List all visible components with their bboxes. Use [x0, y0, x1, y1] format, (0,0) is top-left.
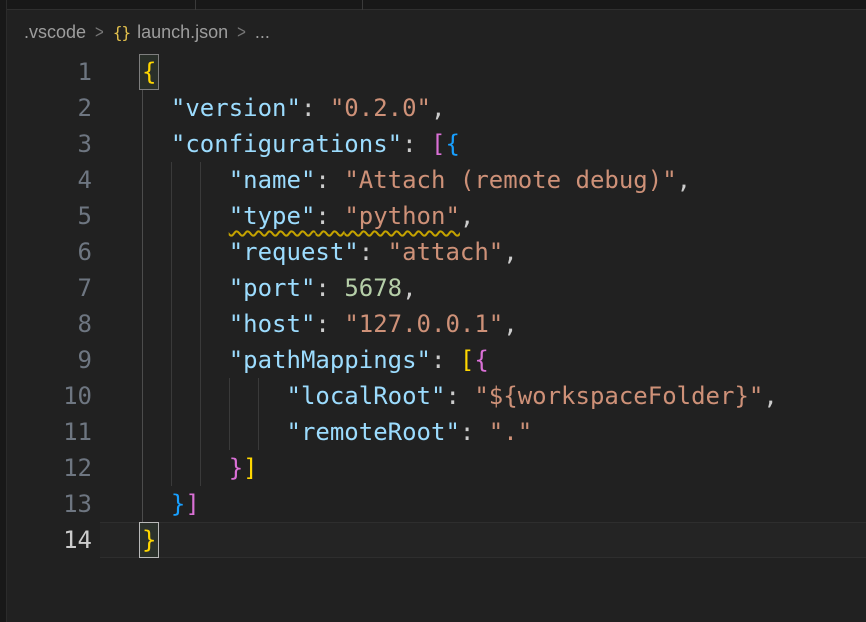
- indent: [142, 166, 229, 194]
- json-key: "configurations": [171, 130, 402, 158]
- punctuation: :: [315, 274, 344, 302]
- punctuation: ,: [431, 94, 445, 122]
- brace-close: }: [229, 454, 243, 482]
- warning-underline: "type": "python": [229, 202, 460, 230]
- bracket-open-root: {: [140, 55, 158, 89]
- line-number[interactable]: 3: [8, 126, 92, 162]
- line-number[interactable]: 2: [8, 90, 92, 126]
- json-string: ".": [489, 418, 532, 446]
- json-key: "port": [229, 274, 316, 302]
- json-key: "remoteRoot": [287, 418, 460, 446]
- json-string: "127.0.0.1": [344, 310, 503, 338]
- json-key: "version": [171, 94, 301, 122]
- brace-close: }: [171, 490, 185, 518]
- punctuation: :: [460, 418, 489, 446]
- line-number[interactable]: 5: [8, 198, 92, 234]
- punctuation: :: [301, 94, 330, 122]
- indent: [142, 382, 287, 410]
- code-line[interactable]: 4 "name": "Attach (remote debug)",: [8, 162, 866, 198]
- breadcrumb: .vscode > {} launch.json > ...: [8, 11, 866, 54]
- punctuation: :: [445, 382, 474, 410]
- json-key: "host": [229, 310, 316, 338]
- json-string: "${workspaceFolder}": [474, 382, 763, 410]
- punctuation: :: [359, 238, 388, 266]
- line-number[interactable]: 6: [8, 234, 92, 270]
- chevron-right-icon: >: [237, 22, 246, 43]
- json-key: "request": [229, 238, 359, 266]
- json-key: "pathMappings": [229, 346, 431, 374]
- punctuation: ,: [503, 310, 517, 338]
- tab-divider: [195, 0, 196, 10]
- code-line[interactable]: 11 "remoteRoot": ".": [8, 414, 866, 450]
- bracket-close: ]: [185, 490, 199, 518]
- line-number[interactable]: 13: [8, 486, 92, 522]
- code-line[interactable]: 6 "request": "attach",: [8, 234, 866, 270]
- bracket-open: [: [460, 346, 474, 374]
- json-key: "type": [229, 202, 316, 230]
- code-line[interactable]: 8 "host": "127.0.0.1",: [8, 306, 866, 342]
- indent: [142, 454, 229, 482]
- indent: [142, 202, 229, 230]
- code-line-active[interactable]: 14 }: [8, 522, 866, 558]
- editor[interactable]: 1 { 2 "version": "0.2.0", 3 "configurati…: [8, 54, 866, 622]
- json-string: "python": [344, 202, 460, 230]
- punctuation: ,: [503, 238, 517, 266]
- indent: [142, 130, 171, 158]
- indent: [142, 238, 229, 266]
- json-string: "Attach (remote debug)": [344, 166, 676, 194]
- brace-open: {: [445, 130, 459, 158]
- code-line[interactable]: 9 "pathMappings": [{: [8, 342, 866, 378]
- punctuation: ,: [677, 166, 691, 194]
- punctuation: ,: [402, 274, 416, 302]
- code-line[interactable]: 1 {: [8, 54, 866, 90]
- line-number[interactable]: 10: [8, 378, 92, 414]
- punctuation: ,: [460, 202, 474, 230]
- breadcrumb-item-folder[interactable]: .vscode: [24, 22, 86, 43]
- line-number[interactable]: 9: [8, 342, 92, 378]
- code-line[interactable]: 5 "type": "python",: [8, 198, 866, 234]
- json-number: 5678: [344, 274, 402, 302]
- line-number[interactable]: 4: [8, 162, 92, 198]
- indent: [142, 274, 229, 302]
- indent: [142, 418, 287, 446]
- json-key: "localRoot": [287, 382, 446, 410]
- bracket-close: ]: [243, 454, 257, 482]
- indent: [142, 490, 171, 518]
- line-number[interactable]: 7: [8, 270, 92, 306]
- tab-divider: [362, 0, 363, 10]
- punctuation: :: [315, 310, 344, 338]
- chevron-right-icon: >: [95, 22, 104, 43]
- line-number-active[interactable]: 14: [8, 522, 92, 558]
- line-number[interactable]: 11: [8, 414, 92, 450]
- punctuation: :: [315, 166, 344, 194]
- code-line[interactable]: 3 "configurations": [{: [8, 126, 866, 162]
- bracket-open: [: [431, 130, 445, 158]
- indent: [142, 94, 171, 122]
- json-braces-icon: {}: [113, 23, 130, 42]
- code-line[interactable]: 13 }]: [8, 486, 866, 522]
- bracket-close-root: }: [140, 523, 158, 557]
- code-line[interactable]: 2 "version": "0.2.0",: [8, 90, 866, 126]
- brace-open: {: [474, 346, 488, 374]
- indent: [142, 346, 229, 374]
- code-line[interactable]: 10 "localRoot": "${workspaceFolder}",: [8, 378, 866, 414]
- code-line[interactable]: 7 "port": 5678,: [8, 270, 866, 306]
- json-string: "0.2.0": [330, 94, 431, 122]
- punctuation: ,: [763, 382, 777, 410]
- line-number[interactable]: 8: [8, 306, 92, 342]
- left-edge-rail: [0, 0, 7, 622]
- tab-bar-strip[interactable]: [0, 0, 866, 10]
- breadcrumb-item-symbol[interactable]: ...: [255, 22, 270, 43]
- indent: [142, 310, 229, 338]
- line-number[interactable]: 1: [8, 54, 92, 90]
- punctuation: :: [431, 346, 460, 374]
- json-string: "attach": [388, 238, 504, 266]
- breadcrumb-item-file[interactable]: launch.json: [137, 22, 228, 43]
- punctuation: :: [402, 130, 431, 158]
- json-key: "name": [229, 166, 316, 194]
- code-line[interactable]: 12 }]: [8, 450, 866, 486]
- punctuation: :: [315, 202, 344, 230]
- line-number[interactable]: 12: [8, 450, 92, 486]
